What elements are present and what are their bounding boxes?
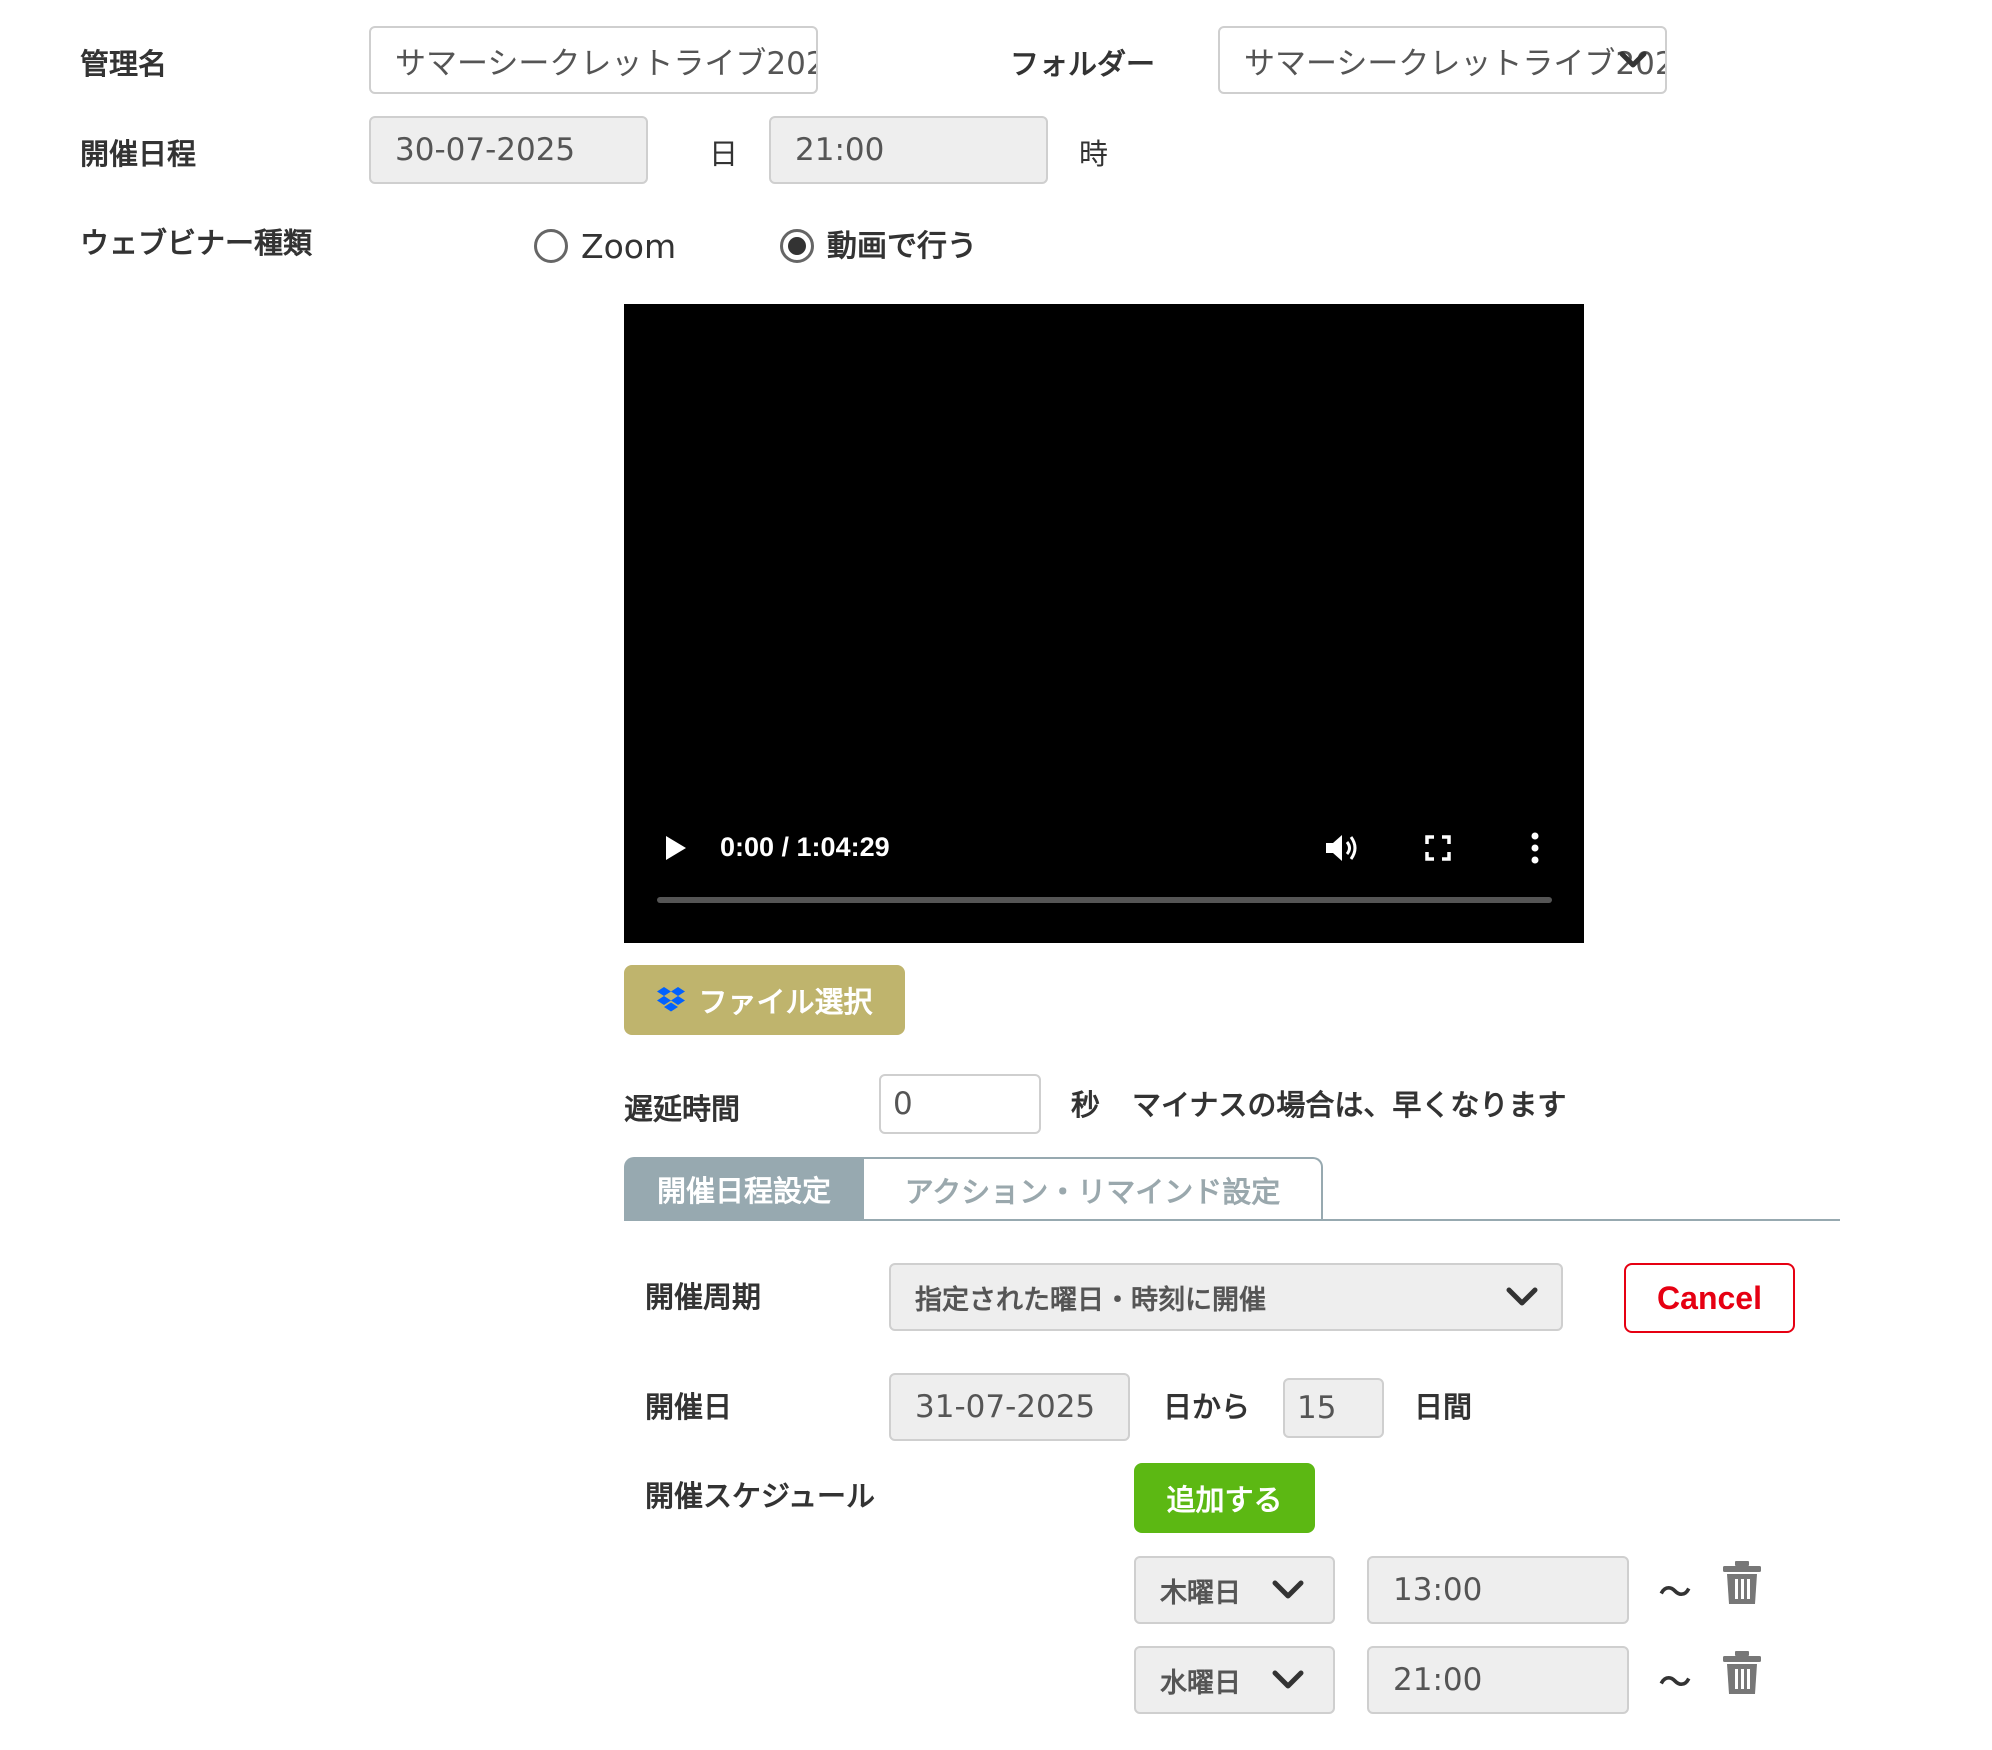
- trash-icon[interactable]: [1722, 1650, 1762, 1696]
- webinar-type-label: ウェブビナー種類: [80, 226, 313, 260]
- folder-label: フォルダー: [1010, 47, 1156, 81]
- radio-video[interactable]: [780, 229, 814, 263]
- delay-input[interactable]: 0: [879, 1074, 1041, 1134]
- schedule-day-value: 木曜日: [1160, 1577, 1241, 1609]
- volume-icon[interactable]: [1324, 832, 1360, 864]
- hour-unit-label: 時: [1079, 137, 1109, 171]
- start-date-input[interactable]: 31-07-2025: [889, 1373, 1130, 1441]
- tab-action-reminder-settings[interactable]: アクション・リマインド設定: [864, 1157, 1323, 1221]
- schedule-time-input[interactable]: 21:00: [1367, 1646, 1629, 1714]
- radio-video-label: 動画で行う: [827, 229, 977, 264]
- delay-label: 遅延時間: [624, 1092, 741, 1126]
- schedule-day-select[interactable]: 水曜日: [1134, 1646, 1335, 1714]
- date-input[interactable]: 30-07-2025: [369, 116, 648, 184]
- chevron-down-icon: [1506, 1287, 1538, 1306]
- cycle-label: 開催周期: [645, 1280, 762, 1314]
- range-tilde: 〜: [1659, 1663, 1692, 1701]
- schedule-time-input[interactable]: 13:00: [1367, 1556, 1629, 1624]
- schedule-day-value: 水曜日: [1160, 1667, 1241, 1699]
- more-options-icon[interactable]: [1530, 832, 1540, 864]
- chevron-down-icon: [1272, 1580, 1304, 1599]
- cycle-select[interactable]: 指定された曜日・時刻に開催: [889, 1263, 1563, 1331]
- video-progress-track[interactable]: [657, 897, 1552, 903]
- play-icon[interactable]: [664, 834, 688, 862]
- fullscreen-icon[interactable]: [1424, 834, 1452, 862]
- folder-select-value: サマーシークレットライブ202: [1244, 45, 1667, 82]
- time-input[interactable]: 21:00: [769, 116, 1048, 184]
- tab-divider: [624, 1219, 1840, 1221]
- range-tilde: 〜: [1659, 1573, 1692, 1611]
- file-select-button[interactable]: ファイル選択: [624, 965, 905, 1035]
- schedule-day-select[interactable]: 木曜日: [1134, 1556, 1335, 1624]
- trash-icon[interactable]: [1722, 1560, 1762, 1606]
- delay-hint: マイナスの場合は、早くなります: [1132, 1088, 1567, 1122]
- management-name-label: 管理名: [80, 47, 168, 81]
- video-time-display: 0:00 / 1:04:29: [720, 832, 890, 862]
- day-unit-label: 日: [709, 137, 739, 171]
- days-input[interactable]: 15: [1283, 1378, 1384, 1438]
- folder-select[interactable]: サマーシークレットライブ202: [1218, 26, 1667, 94]
- management-name-input[interactable]: サマーシークレットライブ202: [369, 26, 818, 94]
- chevron-down-icon: [1619, 51, 1647, 68]
- days-unit-label: 日間: [1414, 1390, 1473, 1424]
- schedule-label: 開催日程: [80, 137, 197, 171]
- delay-unit-label: 秒: [1071, 1088, 1101, 1122]
- event-date-label: 開催日: [645, 1390, 733, 1424]
- video-player[interactable]: 0:00 / 1:04:29: [624, 304, 1584, 943]
- chevron-down-icon: [1272, 1670, 1304, 1689]
- radio-zoom[interactable]: [534, 229, 568, 263]
- dropbox-icon: [657, 987, 686, 1012]
- radio-zoom-label: Zoom: [581, 227, 677, 266]
- tab-schedule-settings[interactable]: 開催日程設定: [624, 1157, 864, 1221]
- from-text: 日から: [1163, 1390, 1251, 1424]
- schedule-list-label: 開催スケジュール: [645, 1479, 875, 1513]
- file-select-label: ファイル選択: [698, 985, 873, 1019]
- add-schedule-button[interactable]: 追加する: [1134, 1463, 1315, 1533]
- cancel-button[interactable]: Cancel: [1624, 1263, 1795, 1333]
- cycle-select-value: 指定された曜日・時刻に開催: [915, 1284, 1266, 1316]
